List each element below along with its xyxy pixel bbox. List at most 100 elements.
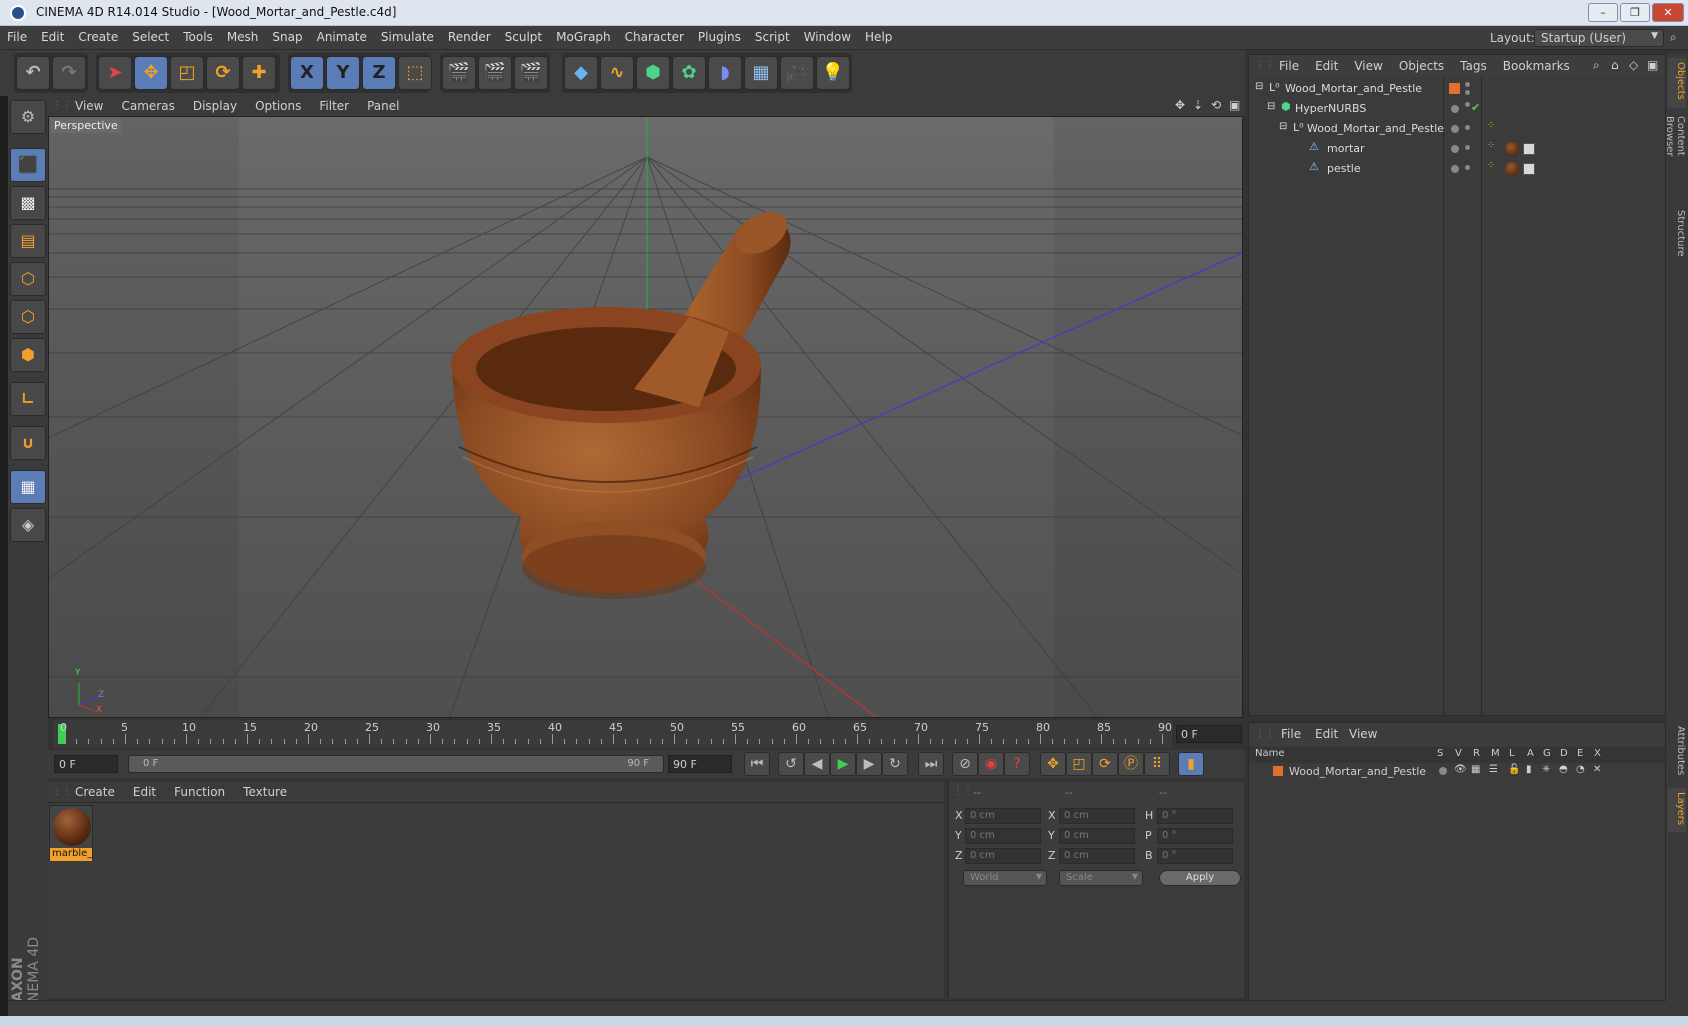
visibility-dot[interactable] bbox=[1451, 165, 1459, 173]
frame-range-slider[interactable]: 0 F 90 F bbox=[128, 755, 664, 773]
view-toggle-icon[interactable]: 👁 bbox=[1454, 764, 1467, 775]
floor-scene-icon[interactable]: ▦ bbox=[744, 56, 778, 90]
go-to-previous-frame-icon[interactable]: ◀ bbox=[804, 752, 830, 776]
object-row[interactable]: ⚠ pestle ⁘ bbox=[1249, 159, 1665, 179]
material-menu-function[interactable]: Function bbox=[165, 782, 234, 799]
render-dot[interactable] bbox=[1465, 125, 1470, 130]
keyframe-selection-icon[interactable]: ? bbox=[1004, 752, 1030, 776]
z-axis-lock-button[interactable]: Z bbox=[362, 56, 396, 90]
column-animation[interactable]: A bbox=[1527, 748, 1534, 759]
layout-dropdown[interactable]: Startup (User) ▼ bbox=[1534, 29, 1664, 47]
toggle-view-icon[interactable]: ▣ bbox=[1229, 98, 1240, 112]
x-axis-lock-button[interactable]: X bbox=[290, 56, 324, 90]
menu-render[interactable]: Render bbox=[441, 26, 498, 44]
record-keys-icon[interactable]: ⊘ bbox=[952, 752, 978, 776]
magnet-tool-icon[interactable]: ∪ bbox=[10, 426, 46, 460]
objects-menu-bookmarks[interactable]: Bookmarks bbox=[1495, 55, 1578, 73]
objects-menu-view[interactable]: View bbox=[1346, 55, 1390, 73]
menu-tools[interactable]: Tools bbox=[176, 26, 220, 44]
column-deformers[interactable]: D bbox=[1560, 748, 1568, 759]
viewport-menu-filter[interactable]: Filter bbox=[310, 96, 358, 113]
material-menu-texture[interactable]: Texture bbox=[234, 782, 296, 799]
add-axis-icon[interactable]: ✚ bbox=[242, 56, 276, 90]
key-rotation-icon[interactable]: ⟳ bbox=[1092, 752, 1118, 776]
column-name[interactable]: Name bbox=[1255, 748, 1285, 759]
collapse-icon[interactable]: ⊟ bbox=[1267, 101, 1275, 112]
size-x-field[interactable]: 0 cm bbox=[1059, 808, 1135, 824]
move-icon[interactable]: ✥ bbox=[134, 56, 168, 90]
column-render[interactable]: R bbox=[1473, 748, 1480, 759]
render-dot[interactable] bbox=[1465, 165, 1470, 170]
lock-toggle-icon[interactable]: 🔓 bbox=[1508, 764, 1520, 775]
live-selection-icon[interactable]: ➤ bbox=[98, 56, 132, 90]
coordinate-space-dropdown[interactable]: World ▼ bbox=[963, 870, 1047, 886]
position-y-field[interactable]: 0 cm bbox=[965, 828, 1041, 844]
objects-menu-tags[interactable]: Tags bbox=[1452, 55, 1495, 73]
texture-mode-icon[interactable]: ▩ bbox=[10, 186, 46, 220]
maximize-button[interactable]: ❐ bbox=[1620, 3, 1650, 22]
zoom-view-icon[interactable]: ⇣ bbox=[1193, 98, 1203, 112]
y-axis-lock-button[interactable]: Y bbox=[326, 56, 360, 90]
column-manager[interactable]: M bbox=[1491, 748, 1500, 759]
generators-toggle-icon[interactable]: ✳ bbox=[1542, 764, 1550, 775]
menu-mograph[interactable]: MoGraph bbox=[549, 26, 618, 44]
edges-mode-icon[interactable]: ⬡ bbox=[10, 300, 46, 334]
render-dot[interactable] bbox=[1465, 145, 1470, 150]
position-x-field[interactable]: 0 cm bbox=[965, 808, 1041, 824]
axis-mode-icon[interactable]: ∟ bbox=[10, 382, 46, 416]
object-row[interactable]: ⊟ ⬢ HyperNURBS ✔ bbox=[1249, 99, 1665, 119]
object-row[interactable]: ⊟ L⁰ Wood_Mortar_and_Pestle ⁘ bbox=[1249, 119, 1665, 139]
menu-mesh[interactable]: Mesh bbox=[220, 26, 266, 44]
tab-layers[interactable]: Layers bbox=[1668, 788, 1686, 832]
material-tag-icon[interactable] bbox=[1505, 142, 1519, 156]
start-frame-field[interactable]: 0 F bbox=[54, 755, 118, 773]
menu-animate[interactable]: Animate bbox=[310, 26, 374, 44]
rotation-b-field[interactable]: 0 ° bbox=[1157, 848, 1233, 864]
end-frame-field[interactable]: 90 F bbox=[668, 755, 732, 773]
expressions-toggle-icon[interactable]: ◔ bbox=[1576, 764, 1585, 775]
render-dot[interactable] bbox=[1465, 102, 1470, 107]
enabled-check-icon[interactable]: ✔ bbox=[1471, 101, 1480, 114]
new-view-icon[interactable]: ▣ bbox=[1647, 58, 1658, 72]
spline-icon[interactable]: ∿ bbox=[600, 56, 634, 90]
menu-plugins[interactable]: Plugins bbox=[691, 26, 748, 44]
viewport-menu-panel[interactable]: Panel bbox=[358, 96, 408, 113]
viewport-menu-display[interactable]: Display bbox=[184, 96, 246, 113]
layers-menu-file[interactable]: File bbox=[1281, 727, 1301, 741]
menu-character[interactable]: Character bbox=[618, 26, 691, 44]
menu-edit[interactable]: Edit bbox=[34, 26, 71, 44]
go-to-next-keyframe-icon[interactable]: ↻ bbox=[882, 752, 908, 776]
current-frame-field[interactable]: 0 F bbox=[1176, 725, 1242, 743]
object-row[interactable]: ⚠ mortar ⁘ bbox=[1249, 139, 1665, 159]
render-dot[interactable] bbox=[1465, 90, 1470, 95]
deformer-icon[interactable]: ◗ bbox=[708, 56, 742, 90]
tab-attributes[interactable]: Attributes bbox=[1668, 722, 1686, 784]
menu-window[interactable]: Window bbox=[797, 26, 858, 44]
visibility-dot[interactable] bbox=[1451, 105, 1459, 113]
material-swatch[interactable]: marble_ bbox=[49, 805, 93, 861]
nurbs-icon[interactable]: ⬢ bbox=[636, 56, 670, 90]
autokey-icon[interactable]: ◉ bbox=[978, 752, 1004, 776]
apply-button[interactable]: Apply bbox=[1159, 870, 1241, 886]
viewport-menu-options[interactable]: Options bbox=[246, 96, 310, 113]
coordinate-mode-dropdown[interactable]: Scale ▼ bbox=[1059, 870, 1143, 886]
mograph-array-icon[interactable]: ✿ bbox=[672, 56, 706, 90]
menu-create[interactable]: Create bbox=[71, 26, 125, 44]
visibility-dot[interactable] bbox=[1451, 125, 1459, 133]
make-editable-icon[interactable]: ⚙ bbox=[10, 100, 46, 134]
layer-row[interactable]: Wood_Mortar_and_Pestle 👁 ▦ ☰ 🔓 ▮ ✳ ◓ ◔ ✕ bbox=[1249, 763, 1665, 781]
snap-settings-icon[interactable]: ◈ bbox=[10, 508, 46, 542]
pan-view-icon[interactable]: ✥ bbox=[1175, 98, 1185, 112]
menu-snap[interactable]: Snap bbox=[265, 26, 309, 44]
workplane-mode-icon[interactable]: ▤ bbox=[10, 224, 46, 258]
undo-icon[interactable]: ↶ bbox=[16, 56, 50, 90]
column-locked[interactable]: L bbox=[1509, 748, 1515, 759]
column-expressions[interactable]: E bbox=[1577, 748, 1583, 759]
rotation-p-field[interactable]: 0 ° bbox=[1157, 828, 1233, 844]
menu-script[interactable]: Script bbox=[748, 26, 797, 44]
deformers-toggle-icon[interactable]: ◓ bbox=[1559, 764, 1568, 775]
tab-content-browser[interactable]: Content Browser bbox=[1664, 112, 1686, 202]
visibility-dot[interactable] bbox=[1465, 82, 1470, 87]
column-xref[interactable]: X bbox=[1594, 748, 1601, 759]
close-button[interactable]: ✕ bbox=[1652, 3, 1684, 22]
